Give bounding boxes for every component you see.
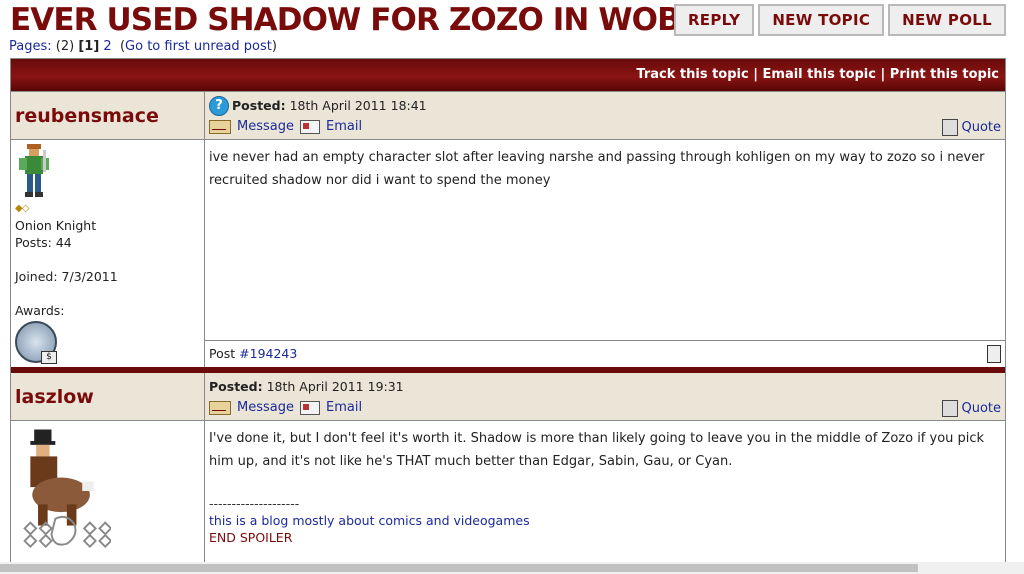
post-contact-links: Message Email — [209, 400, 362, 415]
spoiler-end: END SPOILER — [209, 530, 293, 545]
author-name[interactable]: reubensmace — [15, 105, 159, 127]
post-body: I've done it, but I don't feel it's wort… — [205, 421, 1005, 563]
avatar — [23, 429, 113, 548]
email-topic-link[interactable]: Email this topic — [763, 67, 876, 82]
author-joined: Joined: 7/3/2011 — [15, 269, 118, 284]
message-link[interactable]: Message — [237, 400, 294, 415]
post: laszlow Posted: 18th April 2011 19:31 Me… — [11, 367, 1005, 563]
award-badge-icon[interactable] — [15, 321, 57, 364]
post-content-column: Posted: 18th April 2011 19:31 Message Em… — [205, 373, 1005, 563]
post-contact-links: Message Email — [209, 119, 362, 134]
author-posts: Posts: 44 — [15, 235, 72, 250]
post-text: I've done it, but I don't feel it's wort… — [209, 431, 985, 469]
post-footer: Post #194243 — [205, 340, 1005, 367]
topic-title: EVER USED SHADOW FOR ZOZO IN WOB? — [10, 2, 698, 38]
horizontal-scrollbar[interactable] — [0, 562, 1024, 574]
first-unread-link[interactable]: Go to first unread post — [125, 39, 272, 54]
post-permalink[interactable]: #194243 — [239, 346, 297, 361]
topic-actions: REPLY NEW TOPIC NEW POLL — [673, 4, 1006, 36]
author-profile — [11, 421, 204, 563]
page-count: (2) — [55, 39, 75, 54]
email-link[interactable]: Email — [326, 400, 362, 415]
new-poll-button[interactable]: NEW POLL — [888, 4, 1006, 36]
post-body: ive never had an empty character slot af… — [209, 150, 985, 188]
author-rank: Onion Knight — [15, 218, 97, 233]
current-page: [1] — [78, 39, 100, 54]
post-date: Posted: 18th April 2011 18:41 — [232, 98, 427, 113]
email-icon — [299, 400, 320, 415]
track-topic-link[interactable]: Track this topic — [636, 67, 748, 82]
email-icon — [299, 119, 320, 134]
scrollbar-thumb[interactable] — [0, 564, 918, 572]
awards-label: Awards: — [15, 303, 65, 318]
pages-label[interactable]: Pages: — [9, 39, 52, 54]
author-profile: ◆◇ Onion Knight Posts: 44 Joined: 7/3/20… — [11, 140, 204, 367]
message-link[interactable]: Message — [237, 119, 294, 134]
rank-diamonds-icon: ◆◇ — [15, 203, 29, 214]
quote-icon — [942, 400, 959, 417]
post-author-column: reubensmace ◆◇ Onion Knight Posts: 44 Jo… — [11, 92, 205, 367]
avatar — [19, 144, 49, 197]
new-topic-button[interactable]: NEW TOPIC — [758, 4, 885, 36]
signature-link[interactable]: this is a blog mostly about comics and v… — [209, 513, 530, 528]
envelope-icon — [209, 119, 231, 134]
signature: -------------------- this is a blog most… — [209, 495, 1001, 546]
quote-action: Quote — [942, 119, 1001, 136]
author-name[interactable]: laszlow — [15, 386, 94, 408]
page-2-link[interactable]: 2 — [103, 39, 111, 54]
post-author-column: laszlow — [11, 373, 205, 563]
post-date: Posted: 18th April 2011 19:31 — [209, 379, 404, 394]
back-to-top-icon[interactable] — [987, 345, 1001, 363]
post-header: ? Posted: 18th April 2011 18:41 Message … — [205, 92, 1005, 140]
post-label: Post — [209, 346, 236, 361]
quote-link[interactable]: Quote — [961, 401, 1001, 416]
quote-icon — [942, 119, 959, 136]
signature-rule: -------------------- — [209, 496, 300, 511]
quote-action: Quote — [942, 400, 1001, 417]
quote-link[interactable]: Quote — [961, 120, 1001, 135]
post-content-column: ? Posted: 18th April 2011 18:41 Message … — [205, 92, 1005, 367]
topic-table: Track this topic | Email this topic | Pr… — [10, 58, 1006, 564]
post-header: Posted: 18th April 2011 19:31 Message Em… — [205, 373, 1005, 421]
pagination: Pages: (2) [1] 2 (Go to first unread pos… — [9, 39, 277, 54]
email-link[interactable]: Email — [326, 119, 362, 134]
post: reubensmace ◆◇ Onion Knight Posts: 44 Jo… — [11, 91, 1005, 367]
question-mark-icon: ? — [209, 96, 229, 116]
reply-button[interactable]: REPLY — [673, 4, 755, 36]
print-topic-link[interactable]: Print this topic — [890, 67, 999, 82]
envelope-icon — [209, 400, 231, 415]
topic-options-bar: Track this topic | Email this topic | Pr… — [11, 59, 1005, 91]
